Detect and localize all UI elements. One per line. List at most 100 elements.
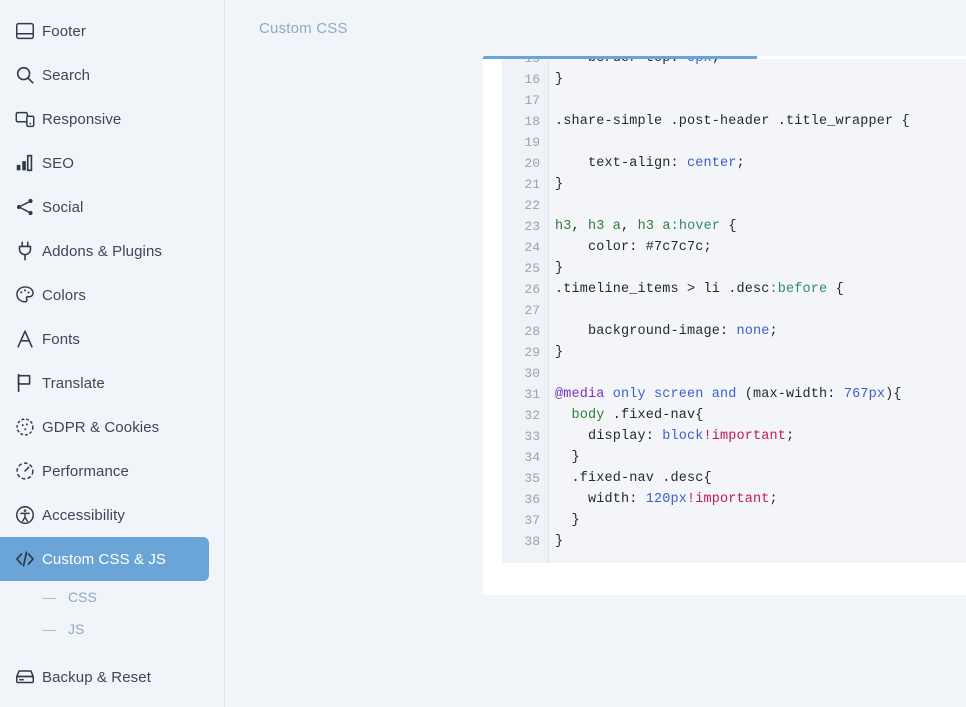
code-line[interactable]: text-align: center; bbox=[555, 153, 966, 174]
code-line[interactable] bbox=[555, 90, 966, 111]
code-token: center bbox=[687, 156, 737, 171]
sidebar-item-label: Backup & Reset bbox=[42, 668, 151, 686]
sidebar-item-translate[interactable]: Translate bbox=[0, 361, 209, 405]
line-number: 35 bbox=[524, 471, 540, 486]
code-line[interactable]: .fixed-nav .desc{ bbox=[555, 468, 966, 489]
flag-icon bbox=[8, 372, 42, 394]
code-token: background-image: bbox=[555, 324, 737, 339]
code-token: ){ bbox=[885, 387, 902, 402]
code-line[interactable]: background-image: none; bbox=[555, 321, 966, 342]
code-line[interactable]: .share-simple .post-header .title_wrappe… bbox=[555, 111, 966, 132]
code-line[interactable] bbox=[555, 300, 966, 321]
code-token: , bbox=[571, 219, 589, 234]
line-number: 32 bbox=[524, 408, 540, 423]
code-line[interactable]: border-top: 0px; bbox=[555, 59, 966, 69]
code-line[interactable]: } bbox=[555, 174, 966, 195]
sidebar-item-performance[interactable]: Performance bbox=[0, 449, 209, 493]
sidebar-item-label: Search bbox=[42, 66, 91, 84]
line-number: 22 bbox=[524, 198, 540, 213]
main-content: Custom CSS 15 16 17 18 19 20 21 22 23 24 25 26 27 28 2… bbox=[225, 0, 966, 707]
tab-custom-css[interactable]: Custom CSS bbox=[259, 20, 348, 37]
code-token: !important bbox=[687, 492, 770, 507]
code-line[interactable]: @media only screen and (max-width: 767px… bbox=[555, 384, 966, 405]
sidebar-item-label: Colors bbox=[42, 286, 86, 304]
code-line[interactable]: color: #7c7c7c; bbox=[555, 237, 966, 258]
editor-card: 15 16 17 18 19 20 21 22 23 24 25 26 27 28 29 30 31 32 33 34… bbox=[483, 56, 966, 595]
sidebar-item-label: Custom CSS & JS bbox=[42, 550, 167, 568]
sidebar-item-label: Addons & Plugins bbox=[42, 242, 163, 260]
bar-chart-icon bbox=[8, 152, 42, 174]
sidebar-item-search[interactable]: Search bbox=[0, 53, 209, 97]
code-line[interactable]: body .fixed-nav{ bbox=[555, 405, 966, 426]
sidebar-item-custom-css-js[interactable]: Custom CSS & JS bbox=[0, 537, 209, 581]
line-number: 31 bbox=[524, 387, 540, 402]
cookie-icon bbox=[8, 416, 42, 438]
sidebar-item-social[interactable]: Social bbox=[0, 185, 209, 229]
code-token: ; bbox=[703, 240, 712, 255]
code-line[interactable]: } bbox=[555, 447, 966, 468]
code-line[interactable]: width: 120px!important; bbox=[555, 489, 966, 510]
code-token: none bbox=[736, 324, 770, 339]
code-token: .timeline_items > li .desc bbox=[555, 282, 770, 297]
code-line[interactable]: } bbox=[555, 510, 966, 531]
code-line[interactable] bbox=[555, 363, 966, 384]
code-token: only screen and bbox=[604, 387, 745, 402]
code-token: ; bbox=[769, 324, 778, 339]
code-line[interactable]: } bbox=[555, 342, 966, 363]
sidebar-subitem-css[interactable]: — CSS bbox=[0, 581, 224, 613]
code-line[interactable]: .timeline_items > li .desc:before { bbox=[555, 279, 966, 300]
code-token: .share-simple .post-header .title_wrappe… bbox=[555, 114, 910, 129]
code-line[interactable]: } bbox=[555, 531, 966, 552]
code-editor[interactable]: 15 16 17 18 19 20 21 22 23 24 25 26 27 28 29 30 31 32 33 34… bbox=[502, 59, 966, 563]
code-token: #7c7c7c bbox=[645, 240, 704, 255]
line-number: 15 bbox=[502, 59, 548, 69]
code-token: block bbox=[662, 429, 704, 444]
line-number: 29 bbox=[524, 345, 540, 360]
dash-icon: — bbox=[42, 589, 56, 605]
code-token: ; bbox=[769, 492, 778, 507]
code-token: border-top: bbox=[555, 59, 687, 66]
sidebar-item-footer[interactable]: Footer bbox=[0, 9, 209, 53]
sidebar-item-colors[interactable]: Colors bbox=[0, 273, 209, 317]
font-letter-a-icon bbox=[8, 328, 42, 350]
code-line[interactable] bbox=[555, 132, 966, 153]
line-number: 21 bbox=[524, 177, 540, 192]
sidebar-subitem-js[interactable]: — JS bbox=[0, 613, 224, 645]
code-token: } bbox=[555, 513, 580, 528]
code-token: } bbox=[555, 261, 564, 276]
accessibility-icon bbox=[8, 504, 42, 526]
code-line[interactable] bbox=[555, 195, 966, 216]
sidebar-item-accessibility[interactable]: Accessibility bbox=[0, 493, 209, 537]
sidebar-item-responsive[interactable]: Responsive bbox=[0, 97, 209, 141]
sidebar-item-backup-reset[interactable]: Backup & Reset bbox=[0, 655, 209, 699]
code-line[interactable]: display: block!important; bbox=[555, 426, 966, 447]
line-number-gutter: 15 16 17 18 19 20 21 22 23 24 25 26 27 28 29 30 31 32 33 34… bbox=[502, 59, 549, 563]
code-token: ; bbox=[786, 429, 795, 444]
dash-icon: — bbox=[42, 621, 56, 637]
sidebar-item-seo[interactable]: SEO bbox=[0, 141, 209, 185]
code-area[interactable]: border-top: 0px;} .share-simple .post-he… bbox=[549, 59, 966, 563]
code-token: { bbox=[827, 282, 844, 297]
line-number: 33 bbox=[524, 429, 540, 444]
tab-bar: Custom CSS bbox=[225, 0, 966, 56]
sidebar-item-label: GDPR & Cookies bbox=[42, 418, 160, 436]
sidebar-item-addons-plugins[interactable]: Addons & Plugins bbox=[0, 229, 209, 273]
code-token: } bbox=[555, 450, 580, 465]
sidebar-item-gdpr-cookies[interactable]: GDPR & Cookies bbox=[0, 405, 209, 449]
code-line[interactable]: h3, h3 a, h3 a:hover { bbox=[555, 216, 966, 237]
code-line[interactable]: } bbox=[555, 69, 966, 90]
code-token: h3 bbox=[555, 219, 572, 234]
line-number: 24 bbox=[524, 240, 540, 255]
code-line[interactable]: } bbox=[555, 258, 966, 279]
code-token: display: bbox=[555, 429, 663, 444]
code-token: (max-width: bbox=[744, 387, 844, 402]
footer-icon bbox=[8, 20, 42, 42]
code-token: :before bbox=[769, 282, 828, 297]
code-token: } bbox=[555, 345, 564, 360]
line-number: 16 bbox=[524, 72, 540, 87]
sidebar-subitem-label: JS bbox=[68, 621, 85, 637]
line-number: 23 bbox=[524, 219, 540, 234]
sidebar-item-fonts[interactable]: Fonts bbox=[0, 317, 209, 361]
code-token: body bbox=[555, 408, 605, 423]
code-token: .fixed-nav .desc{ bbox=[555, 471, 712, 486]
